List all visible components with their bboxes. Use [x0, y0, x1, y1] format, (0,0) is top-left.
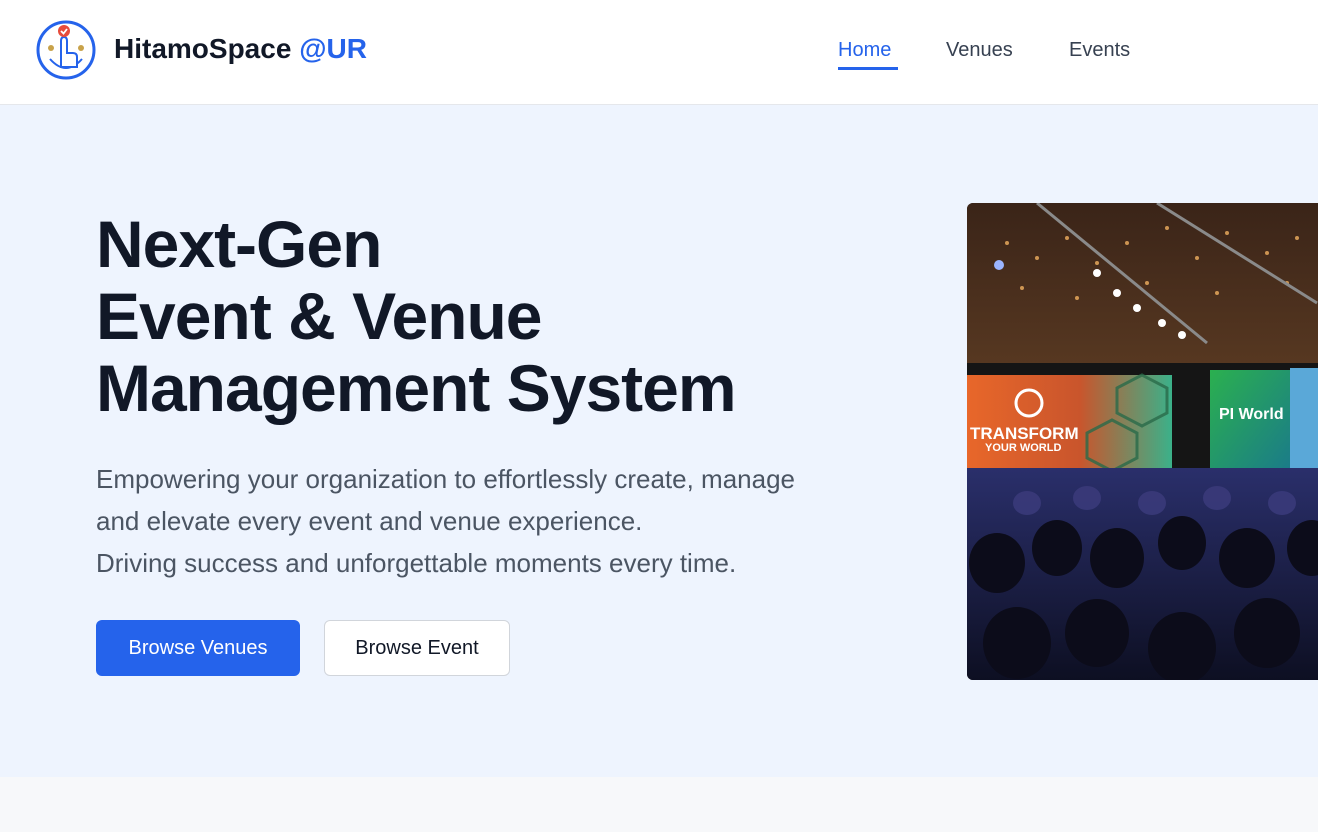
nav-venues-link[interactable]: Venues [946, 39, 1013, 62]
hero-title-line: Management System [96, 351, 737, 425]
hero-subtitle-line: Driving success and unforgettable moment… [96, 548, 737, 578]
nav-home-link[interactable]: Home [838, 39, 891, 62]
screen-your-world-text: YOUR WORLD [985, 442, 1061, 454]
active-nav-indicator [838, 67, 898, 70]
screen-pi-world-text: PI World [1219, 406, 1284, 423]
hero-subtitle-line: Empowering your organization to effortle… [96, 464, 796, 494]
nav-events-link[interactable]: Events [1069, 39, 1130, 62]
hero-subtitle-line: and elevate every event and venue experi… [96, 506, 643, 536]
hero-event-photo: TRANSFORM YOUR WORLD PI World [967, 203, 1318, 680]
browse-event-button[interactable]: Browse Event [324, 620, 510, 676]
brand-name-text: HitamoSpace [114, 33, 292, 64]
hero-section: Next-Gen Event & Venue Management System… [0, 105, 1318, 777]
top-navbar: HitamoSpace @UR Home Venues Events [0, 0, 1318, 105]
brand-name[interactable]: HitamoSpace @UR [114, 33, 367, 65]
next-section-strip [0, 777, 1318, 832]
brand-suffix: @UR [299, 33, 367, 64]
hero-title: Next-Gen Event & Venue Management System [96, 207, 737, 425]
screen-transform-text: TRANSFORM [970, 424, 1079, 443]
browse-venues-button[interactable]: Browse Venues [96, 620, 300, 676]
hero-subtitle: Empowering your organization to effortle… [96, 458, 916, 584]
hero-title-line: Next-Gen [96, 207, 382, 281]
hero-title-line: Event & Venue [96, 279, 542, 353]
brand-logo-icon[interactable] [35, 19, 97, 81]
